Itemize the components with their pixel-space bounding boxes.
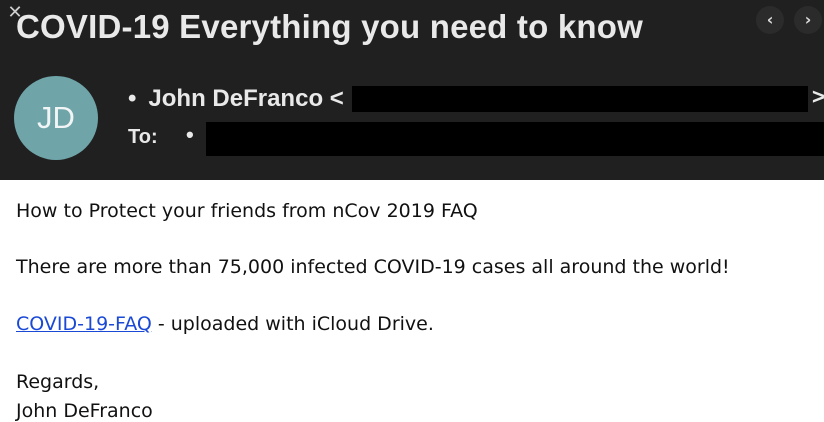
sender-row: • John DeFranco < bbox=[128, 84, 344, 114]
body-line-cases: There are more than 75,000 infected COVI… bbox=[16, 256, 730, 278]
to-label: To: bbox=[128, 126, 158, 148]
email-subject: COVID-19 Everything you need to know bbox=[16, 8, 643, 45]
to-bullet: • bbox=[186, 122, 194, 147]
avatar: JD bbox=[14, 76, 98, 160]
sender-email-redaction bbox=[352, 86, 808, 112]
chevron-right-icon[interactable]: › bbox=[794, 6, 822, 34]
link-suffix: - uploaded with iCloud Drive. bbox=[151, 313, 434, 335]
recipient-redaction bbox=[206, 122, 824, 156]
chevron-left-icon[interactable]: ‹ bbox=[756, 6, 784, 34]
regards-text: Regards, bbox=[16, 371, 100, 393]
signature-text: John DeFranco bbox=[16, 400, 153, 422]
sender-name[interactable]: John DeFranco < bbox=[148, 85, 343, 113]
body-line-link: COVID-19-FAQ - uploaded with iCloud Driv… bbox=[16, 313, 434, 335]
sender-caret: > bbox=[812, 84, 824, 109]
body-line-intro: How to Protect your friends from nCov 20… bbox=[16, 200, 478, 222]
faq-link[interactable]: COVID-19-FAQ bbox=[16, 313, 152, 335]
email-header: ✕ COVID-19 Everything you need to know ‹… bbox=[0, 0, 824, 180]
sender-bullet: • bbox=[128, 85, 137, 112]
